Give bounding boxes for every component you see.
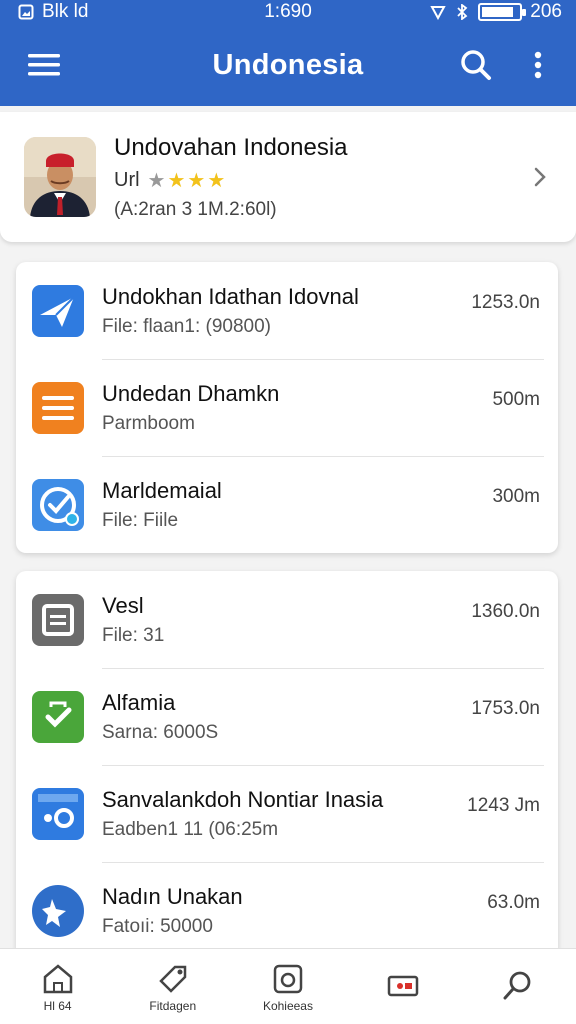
star-icon: ★ — [207, 169, 226, 192]
calendar-icon — [32, 787, 84, 840]
search-icon — [503, 971, 531, 999]
list-item[interactable]: Sanvalankdoh Nontiar Inasia Eadben1 11 (0… — [16, 765, 558, 862]
search-button[interactable] — [456, 45, 496, 85]
star-icon: ★ — [167, 169, 186, 192]
signal-icon — [430, 6, 446, 20]
rating-label: Url — [114, 168, 140, 191]
paper-plane-icon — [32, 284, 84, 337]
star-icon: ★ — [187, 169, 206, 192]
item-subtitle: Eadben1 11 (06:25m — [102, 818, 279, 840]
item-subtitle: Sarna: 6000S — [102, 721, 219, 743]
item-title: Undokhan Idathan Idovnal — [102, 283, 359, 309]
bag-check-icon — [32, 690, 84, 743]
item-size: 500m — [492, 389, 540, 410]
nav-item-camera[interactable]: Kohieeas — [238, 961, 338, 1013]
profile-card[interactable]: Undovahan Indonesia Url ★ ★ ★ ★ (A:2ran 3 1… — [0, 112, 576, 242]
item-size: 1753.0n — [471, 698, 540, 719]
avatar — [24, 137, 96, 217]
star-icon: ★ — [147, 169, 166, 192]
nav-item-home[interactable]: Hl 64 — [8, 961, 108, 1013]
list-item[interactable]: Vesl File: 31 1360.0n — [16, 571, 558, 668]
menu-button[interactable] — [24, 45, 64, 85]
tv-icon — [387, 975, 419, 996]
search-icon — [461, 50, 491, 80]
item-title: Vesl — [102, 592, 144, 618]
note-icon — [32, 593, 84, 646]
file-list-card-1: Undokhan Idathan Idovnal File: flaan1: (9… — [16, 262, 558, 553]
check-circle-icon — [32, 478, 84, 531]
nav-item-tv[interactable] — [353, 968, 453, 1006]
status-left-text: Blk ld — [42, 1, 89, 22]
image-icon — [18, 4, 34, 20]
battery-icon — [478, 3, 527, 21]
more-vertical-icon — [534, 51, 542, 79]
list-item[interactable]: Undedan Dhamkn Parmboom 500m — [16, 359, 558, 456]
item-size: 300m — [492, 486, 540, 507]
nav-item-tag[interactable]: Fitdagen — [123, 961, 223, 1013]
camera-icon — [273, 964, 303, 993]
star-badge-icon — [32, 884, 84, 937]
more-options-button[interactable] — [518, 45, 558, 85]
item-subtitle: File: Fiile — [102, 509, 179, 531]
nav-item-search[interactable] — [468, 968, 568, 1006]
bottom-navigation: Hl 64 Fitdagen Kohieeas — [0, 948, 576, 1024]
item-subtitle: Fatoıi: 50000 — [102, 915, 213, 937]
list-item[interactable]: Marldemaial File: Fiile 300m — [16, 456, 558, 553]
hamburger-icon — [28, 54, 60, 76]
item-title: Sanvalankdoh Nontiar Inasia — [102, 786, 384, 812]
app-bar: Undonesia — [0, 24, 576, 106]
list-item[interactable]: Nadın Unakan Fatoıi: 50000 63.0m — [16, 862, 558, 959]
item-title: Nadın Unakan — [102, 883, 243, 909]
item-title: Marldemaial — [102, 477, 222, 503]
nav-label: Fitdagen — [149, 998, 197, 1013]
bluetooth-icon — [457, 4, 468, 20]
item-subtitle: Parmboom — [102, 412, 195, 434]
document-lines-icon — [32, 381, 84, 434]
battery-fill — [482, 7, 513, 17]
profile-meta: (A:2ran 3 1M.2:60l) — [114, 198, 277, 220]
profile-name: Undovahan Indonesia — [114, 133, 348, 161]
nav-label: Hl 64 — [43, 998, 72, 1013]
item-size: 1253.0n — [471, 292, 540, 313]
list-item[interactable]: Undokhan Idathan Idovnal File: flaan1: (9… — [16, 262, 558, 359]
home-icon — [43, 963, 72, 993]
status-bar: Blk ld 1:690 206 — [0, 0, 576, 24]
item-subtitle: File: 31 — [102, 624, 165, 646]
rating-stars: ★ ★ ★ ★ — [148, 168, 226, 193]
top-bar: Blk ld 1:690 206 Undonesia — [0, 0, 576, 106]
item-title: Alfamia — [102, 689, 176, 715]
nav-label: Kohieeas — [262, 998, 313, 1013]
item-size: 63.0m — [487, 892, 540, 913]
file-list-card-2: Vesl File: 31 1360.0n Alfamia Sarna: 6000S 17… — [16, 571, 558, 959]
tag-icon — [159, 965, 187, 993]
item-size: 1243 Jm — [467, 795, 540, 816]
item-title: Undedan Dhamkn — [102, 380, 280, 406]
list-item[interactable]: Alfamia Sarna: 6000S 1753.0n — [16, 668, 558, 765]
chevron-right-icon — [534, 167, 546, 187]
item-size: 1360.0n — [471, 601, 540, 622]
item-subtitle: File: flaan1: (90800) — [102, 315, 271, 337]
battery-text: 206 — [530, 1, 562, 22]
